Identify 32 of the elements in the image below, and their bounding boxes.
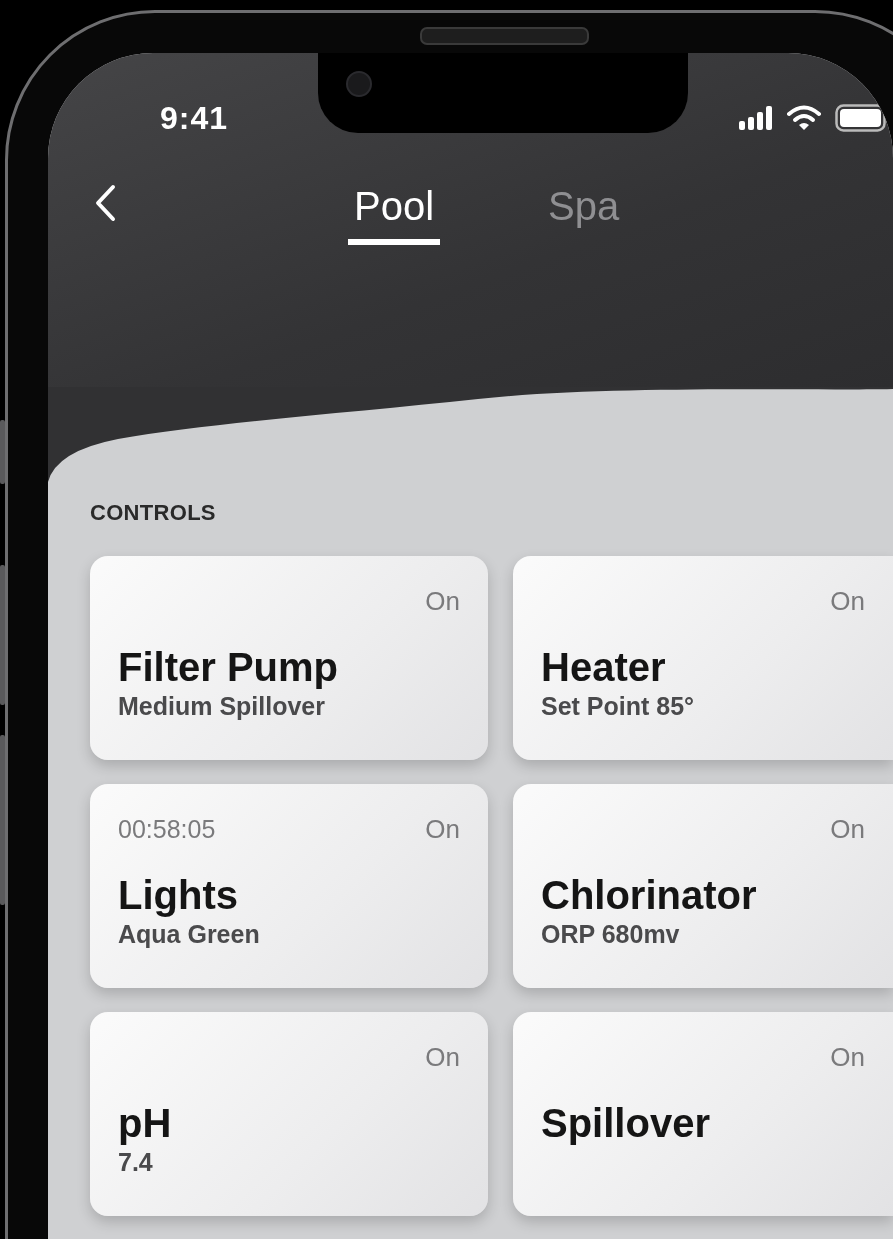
status-text: On xyxy=(425,813,460,845)
control-card[interactable]: 00:58:05 On Lights Aqua Green xyxy=(90,784,488,988)
status-time: 9:41 xyxy=(160,99,229,137)
control-card[interactable]: On Chlorinator ORP 680mv xyxy=(513,784,893,988)
tab[interactable]: Spa xyxy=(542,183,626,245)
signal-icon xyxy=(739,106,773,130)
wifi-icon xyxy=(787,105,821,131)
control-name: Filter Pump xyxy=(118,644,340,690)
tab[interactable]: Pool xyxy=(348,183,441,245)
control-detail: 7.4 xyxy=(118,1147,154,1178)
control-card[interactable]: On Spillover xyxy=(513,1012,893,1216)
status-text: On xyxy=(425,1041,460,1073)
status-text: On xyxy=(830,1041,865,1073)
control-detail: ORP 680mv xyxy=(541,919,681,950)
control-name: Spillover xyxy=(541,1100,711,1146)
status-text: On xyxy=(425,585,460,617)
control-detail: Medium Spillover xyxy=(118,691,326,722)
status-text: On xyxy=(830,813,865,845)
control-detail: Aqua Green xyxy=(118,919,261,950)
camera-icon xyxy=(346,71,372,97)
control-name: Lights xyxy=(118,872,239,918)
control-card[interactable]: On Heater Set Point 85° xyxy=(513,556,893,760)
section-title: CONTROLS xyxy=(90,500,217,526)
control-card[interactable]: On Filter Pump Medium Spillover xyxy=(90,556,488,760)
control-name: pH xyxy=(118,1100,173,1146)
control-name: Heater xyxy=(541,644,667,690)
status-text: On xyxy=(830,585,865,617)
timer-text: 00:58:05 xyxy=(118,814,216,844)
control-card[interactable]: On pH 7.4 xyxy=(90,1012,488,1216)
control-name: Chlorinator xyxy=(541,872,758,918)
control-detail: Set Point 85° xyxy=(541,691,696,722)
side-button-drawing xyxy=(0,420,5,484)
